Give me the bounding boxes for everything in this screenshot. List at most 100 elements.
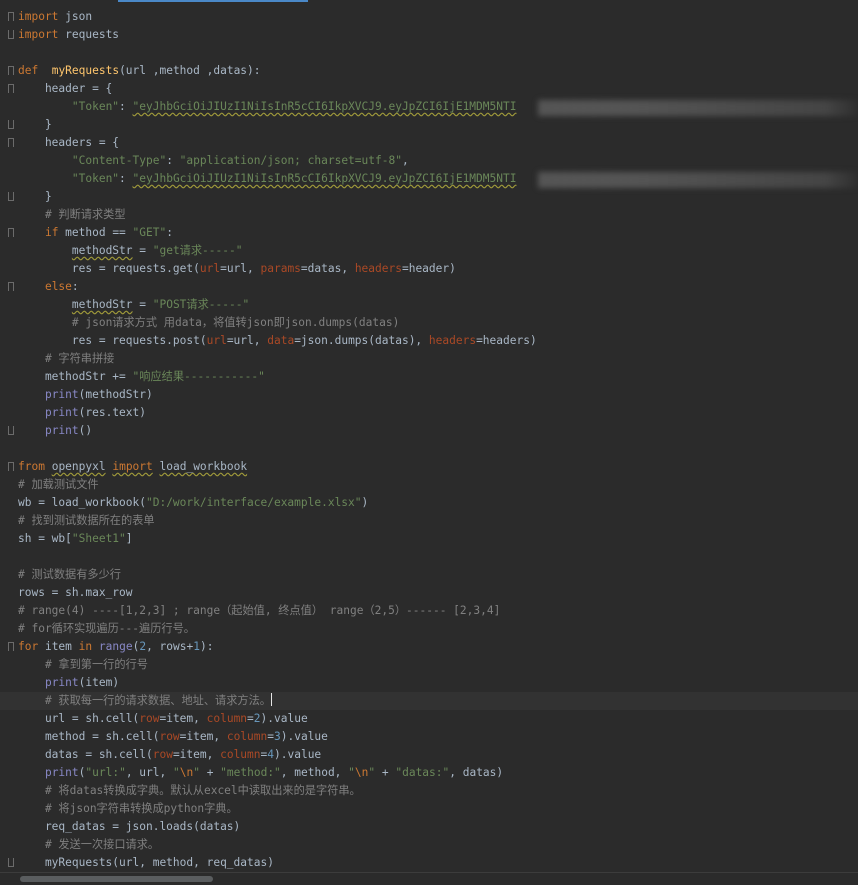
code-editor[interactable]: import json import requests def myRequests… [0,0,858,885]
code-line[interactable]: else: [8,278,858,296]
code-line[interactable]: "Token": "eyJhbGciOiJIUzI1NiIsInR5cCI6Ik… [18,170,858,188]
code-line[interactable]: # 将json字符串转换成python字典。 [18,800,858,818]
code-line[interactable]: print(methodStr) [18,386,858,404]
code-token: ).value [274,748,322,761]
fold-marker-icon[interactable] [8,30,14,39]
code-token: =url, [220,262,261,275]
code-token: import [112,460,153,473]
code-line[interactable]: res = requests.post(url=url, data=json.d… [18,332,858,350]
code-line[interactable]: # 判断请求类型 [18,206,858,224]
code-line[interactable]: # 测试数据有多少行 [18,566,858,584]
code-line[interactable]: if method == "GET": [8,224,858,242]
code-line[interactable]: header = { [8,80,858,98]
code-token: : [166,154,180,167]
fold-marker-icon[interactable] [8,120,14,129]
horizontal-scrollbar[interactable] [0,872,858,885]
code-line[interactable]: } [8,116,858,134]
code-token: datas = sh.cell( [18,748,153,761]
fold-marker-icon[interactable] [8,282,14,291]
code-line[interactable]: def myRequests(url ,method ,datas): [8,62,858,80]
code-line[interactable]: # 拿到第一行的行号 [18,656,858,674]
code-token: # json请求方式 用data，将值转json即json.dumps(data… [71,316,400,329]
fold-marker-icon[interactable] [8,66,14,75]
code-token: ) [361,496,369,509]
code-line[interactable]: rows = sh.max_row [18,584,858,602]
code-line[interactable] [18,548,858,566]
code-token: : [71,280,79,293]
code-token: "get请求-----" [152,244,243,257]
code-line[interactable]: # 找到测试数据所在的表单 [18,512,858,530]
code-line[interactable]: print(res.text) [18,404,858,422]
code-line[interactable]: headers = { [8,134,858,152]
code-line[interactable] [18,440,858,458]
code-line[interactable]: import json [8,8,858,26]
fold-marker-icon[interactable] [8,228,14,237]
code-token: "eyJhbGciOiJIUzI1NiIsInR5cCI6IkpXVCJ9.ey… [132,172,517,185]
code-line[interactable]: # 获取每一行的请求数据、地址、请求方法。 [0,692,858,710]
code-token: print [44,388,79,401]
code-line[interactable]: datas = sh.cell(row=item, column=4).valu… [18,746,858,764]
code-line[interactable]: from openpyxl import load_workbook [8,458,858,476]
code-token: " [172,766,180,779]
code-line[interactable]: print() [8,422,858,440]
code-line[interactable]: methodStr = "get请求-----" [18,242,858,260]
code-token: ] [125,532,133,545]
code-token: + [375,766,396,779]
fold-marker-icon[interactable] [8,138,14,147]
code-line[interactable]: for item in range(2, rows+1): [8,638,858,656]
horizontal-scrollbar-thumb[interactable] [20,876,213,882]
code-line[interactable]: "Token": "eyJhbGciOiJIUzI1NiIsInR5cCI6Ik… [18,98,858,116]
code-line[interactable]: methodStr += "响应结果-----------" [18,368,858,386]
code-line[interactable] [18,44,858,62]
fold-marker-icon[interactable] [8,84,14,93]
code-line[interactable]: # 加载测试文件 [18,476,858,494]
code-line[interactable]: # for循环实现遍历---遍历行号。 [18,620,858,638]
code-token: "eyJhbGciOiJIUzI1NiIsInR5cCI6IkpXVCJ9.ey… [132,100,517,113]
code-token: url [206,334,227,347]
code-line[interactable]: # 字符串拼接 [18,350,858,368]
code-token: row [139,712,160,725]
code-line[interactable]: "Content-Type": "application/json; chars… [18,152,858,170]
code-line[interactable]: # 发送一次接口请求。 [18,836,858,854]
code-token: \n [354,766,369,779]
code-line[interactable]: } [8,188,858,206]
fold-marker-icon[interactable] [8,426,14,435]
code-token: "url:" [85,766,126,779]
code-line[interactable]: res = requests.get(url=url, params=datas… [18,260,858,278]
code-token: } [18,190,52,203]
code-line[interactable]: methodStr = "POST请求-----" [18,296,858,314]
code-line[interactable]: url = sh.cell(row=item, column=2).value [18,710,858,728]
code-token: # 字符串拼接 [44,352,115,365]
code-token: } [18,118,52,131]
code-line[interactable]: method = sh.cell(row=item, column=3).val… [18,728,858,746]
code-token: , method, [280,766,349,779]
fold-marker-icon[interactable] [8,858,14,867]
code-line[interactable]: # json请求方式 用data，将值转json即json.dumps(data… [18,314,858,332]
code-token: # 加载测试文件 [18,478,99,491]
code-line[interactable]: req_datas = json.loads(datas) [18,818,858,836]
code-line[interactable]: # 将datas转换成字典。默认从excel中读取出来的是字符串。 [18,782,858,800]
code-line[interactable]: print(item) [18,674,858,692]
code-line[interactable]: sh = wb["Sheet1"] [18,530,858,548]
code-token: 2 [253,712,261,725]
code-line[interactable]: print("url:", url, "\n" + "method:", met… [18,764,858,782]
code-area[interactable]: import json import requests def myRequests… [0,8,858,872]
code-line[interactable]: # range(4) ----[1,2,3] ; range（起始值, 终点值）… [18,602,858,620]
fold-marker-icon[interactable] [8,642,14,651]
code-token: ): [199,640,214,653]
code-token: data [267,334,295,347]
fold-marker-icon[interactable] [8,12,14,21]
code-line[interactable]: myRequests(url, method, req_datas) [8,854,858,872]
code-token: "datas:" [395,766,450,779]
code-line[interactable]: wb = load_workbook("D:/work/interface/ex… [18,494,858,512]
code-line[interactable]: import requests [8,26,858,44]
fold-marker-icon[interactable] [8,462,14,471]
code-token: res = requests.post( [18,334,207,347]
fold-marker-icon[interactable] [8,192,14,201]
code-token: sh = wb[ [18,532,72,545]
